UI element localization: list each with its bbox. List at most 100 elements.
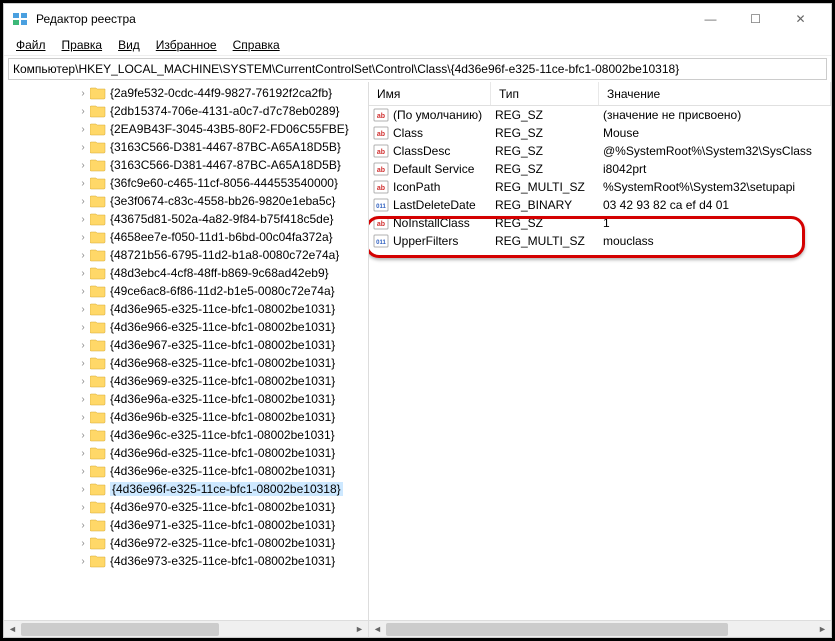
tree-item[interactable]: › {4d36e96b-e325-11ce-bfc1-08002be1031} xyxy=(4,408,368,426)
value-name: LastDeleteDate xyxy=(393,198,495,212)
menu-edit[interactable]: Правка xyxy=(54,36,111,54)
tree-item[interactable]: › {3163C566-D381-4467-87BC-A65A18D5B} xyxy=(4,138,368,156)
chevron-right-icon[interactable]: › xyxy=(76,340,90,351)
value-row[interactable]: abNoInstallClassREG_SZ1 xyxy=(369,214,831,232)
value-row[interactable]: abDefault ServiceREG_SZi8042prt xyxy=(369,160,831,178)
value-row[interactable]: 011LastDeleteDateREG_BINARY03 42 93 82 c… xyxy=(369,196,831,214)
chevron-right-icon[interactable]: › xyxy=(76,160,90,171)
chevron-right-icon[interactable]: › xyxy=(76,232,90,243)
tree-item[interactable]: ›{4d36e970-e325-11ce-bfc1-08002be1031} xyxy=(4,498,368,516)
chevron-right-icon[interactable]: › xyxy=(76,538,90,549)
folder-icon xyxy=(90,500,106,514)
string-value-icon: ab xyxy=(373,107,389,123)
tree-item-label: {48d3ebc4-4cf8-48ff-b869-9c68ad42eb9} xyxy=(110,266,329,280)
folder-icon xyxy=(90,536,106,550)
value-row[interactable]: abClassREG_SZMouse xyxy=(369,124,831,142)
chevron-right-icon[interactable]: › xyxy=(76,394,90,405)
value-row[interactable]: abClassDescREG_SZ@%SystemRoot%\System32\… xyxy=(369,142,831,160)
tree-item[interactable]: ›{48721b56-6795-11d2-b1a8-0080c72e74a} xyxy=(4,246,368,264)
col-header-type[interactable]: Тип xyxy=(491,82,599,105)
chevron-right-icon[interactable]: › xyxy=(76,250,90,261)
tree-item[interactable]: › {4d36e96e-e325-11ce-bfc1-08002be1031} xyxy=(4,462,368,480)
tree-item[interactable]: ›{36fc9e60-c465-11cf-8056-444553540000} xyxy=(4,174,368,192)
menu-help[interactable]: Справка xyxy=(225,36,288,54)
close-button[interactable]: ✕ xyxy=(778,4,823,34)
titlebar[interactable]: Редактор реестра — ☐ ✕ xyxy=(4,4,831,34)
chevron-right-icon[interactable]: › xyxy=(76,322,90,333)
address-bar[interactable]: Компьютер\HKEY_LOCAL_MACHINE\SYSTEM\Curr… xyxy=(8,58,827,80)
chevron-right-icon[interactable]: › xyxy=(76,286,90,297)
minimize-button[interactable]: — xyxy=(688,4,733,34)
list-hscrollbar[interactable]: ◄ ► xyxy=(369,620,831,637)
tree-item[interactable]: › {48d3ebc4-4cf8-48ff-b869-9c68ad42eb9} xyxy=(4,264,368,282)
chevron-right-icon[interactable]: › xyxy=(76,88,90,99)
col-header-name[interactable]: Имя xyxy=(369,82,491,105)
col-header-data[interactable]: Значение xyxy=(599,82,831,105)
chevron-right-icon[interactable]: › xyxy=(76,556,90,567)
menu-file[interactable]: Файл xyxy=(8,36,54,54)
value-row[interactable]: abIconPathREG_MULTI_SZ%SystemRoot%\Syste… xyxy=(369,178,831,196)
chevron-right-icon[interactable]: › xyxy=(76,430,90,441)
scroll-track[interactable] xyxy=(386,621,814,638)
scroll-right-icon[interactable]: ► xyxy=(351,621,368,638)
tree-item-label: {4d36e96e-e325-11ce-bfc1-08002be1031} xyxy=(110,464,335,478)
chevron-right-icon[interactable]: › xyxy=(76,484,90,495)
scroll-thumb[interactable] xyxy=(21,623,219,636)
chevron-right-icon[interactable]: › xyxy=(76,178,90,189)
value-row[interactable]: ab(По умолчанию)REG_SZ(значение не присв… xyxy=(369,106,831,124)
tree-item-label: {4d36e96b-e325-11ce-bfc1-08002be1031} xyxy=(110,410,335,424)
registry-tree[interactable]: ›{2a9fe532-0cdc-44f9-9827-76192f2ca2fb}›… xyxy=(4,82,368,620)
chevron-right-icon[interactable]: › xyxy=(76,268,90,279)
tree-item[interactable]: ›{4d36e96d-e325-11ce-bfc1-08002be1031} xyxy=(4,444,368,462)
chevron-right-icon[interactable]: › xyxy=(76,214,90,225)
maximize-button[interactable]: ☐ xyxy=(733,4,778,34)
menu-favorites[interactable]: Избранное xyxy=(148,36,225,54)
chevron-right-icon[interactable]: › xyxy=(76,502,90,513)
folder-icon xyxy=(90,104,106,118)
value-row[interactable]: 011UpperFiltersREG_MULTI_SZmouclass xyxy=(369,232,831,250)
chevron-right-icon[interactable]: › xyxy=(76,196,90,207)
chevron-right-icon[interactable]: › xyxy=(76,520,90,531)
tree-item[interactable]: ›{4d36e967-e325-11ce-bfc1-08002be1031} xyxy=(4,336,368,354)
tree-item[interactable]: ›{4d36e969-e325-11ce-bfc1-08002be1031} xyxy=(4,372,368,390)
chevron-right-icon[interactable]: › xyxy=(76,124,90,135)
tree-item[interactable]: ›{4d36e973-e325-11ce-bfc1-08002be1031} xyxy=(4,552,368,570)
chevron-right-icon[interactable]: › xyxy=(76,448,90,459)
tree-item[interactable]: ›{4d36e966-e325-11ce-bfc1-08002be1031} xyxy=(4,318,368,336)
tree-item[interactable]: ›{4d36e972-e325-11ce-bfc1-08002be1031} xyxy=(4,534,368,552)
scroll-left-icon[interactable]: ◄ xyxy=(369,621,386,638)
value-type: REG_SZ xyxy=(495,216,603,230)
scroll-track[interactable] xyxy=(21,621,351,638)
chevron-right-icon[interactable]: › xyxy=(76,358,90,369)
tree-item-label: {3163C566-D381-4467-87BC-A65A18D5B} xyxy=(110,140,341,154)
chevron-right-icon[interactable]: › xyxy=(76,466,90,477)
chevron-right-icon[interactable]: › xyxy=(76,376,90,387)
chevron-right-icon[interactable]: › xyxy=(76,304,90,315)
regedit-icon xyxy=(12,11,28,27)
tree-item[interactable]: ›{43675d81-502a-4a82-9f84-b75f418c5de} xyxy=(4,210,368,228)
chevron-right-icon[interactable]: › xyxy=(76,142,90,153)
chevron-right-icon[interactable]: › xyxy=(76,412,90,423)
tree-hscrollbar[interactable]: ◄ ► xyxy=(4,620,368,637)
scroll-thumb[interactable] xyxy=(386,623,728,636)
values-list[interactable]: ab(По умолчанию)REG_SZ(значение не присв… xyxy=(369,106,831,620)
tree-item[interactable]: ›{4d36e968-e325-11ce-bfc1-08002be1031} xyxy=(4,354,368,372)
scroll-left-icon[interactable]: ◄ xyxy=(4,621,21,638)
tree-item[interactable]: ›{4d36e96f-e325-11ce-bfc1-08002be10318} xyxy=(4,480,368,498)
tree-item[interactable]: ›{49ce6ac8-6f86-11d2-b1e5-0080c72e74a} xyxy=(4,282,368,300)
menu-view[interactable]: Вид xyxy=(110,36,148,54)
tree-item[interactable]: ›{4d36e96c-e325-11ce-bfc1-08002be1031} xyxy=(4,426,368,444)
tree-item[interactable]: ›{4d36e965-e325-11ce-bfc1-08002be1031} xyxy=(4,300,368,318)
tree-item[interactable]: ›{2a9fe532-0cdc-44f9-9827-76192f2ca2fb} xyxy=(4,84,368,102)
chevron-right-icon[interactable]: › xyxy=(76,106,90,117)
tree-item[interactable]: › {4658ee7e-f050-11d1-b6bd-00c04fa372a} xyxy=(4,228,368,246)
tree-item[interactable]: ›{3e3f0674-c83c-4558-bb26-9820e1eba5c} xyxy=(4,192,368,210)
folder-icon xyxy=(90,266,106,280)
scroll-right-icon[interactable]: ► xyxy=(814,621,831,638)
tree-item[interactable]: ›{4d36e971-e325-11ce-bfc1-08002be1031} xyxy=(4,516,368,534)
tree-item[interactable]: ›{3163C566-D381-4467-87BC-A65A18D5B} xyxy=(4,156,368,174)
tree-item[interactable]: ›{4d36e96a-e325-11ce-bfc1-08002be1031} xyxy=(4,390,368,408)
tree-item[interactable]: ›{2EA9B43F-3045-43B5-80F2-FD06C55FBE} xyxy=(4,120,368,138)
tree-item[interactable]: ›{2db15374-706e-4131-a0c7-d7c78eb0289} xyxy=(4,102,368,120)
tree-item-label: {4658ee7e-f050-11d1-b6bd-00c04fa372a} xyxy=(110,230,333,244)
